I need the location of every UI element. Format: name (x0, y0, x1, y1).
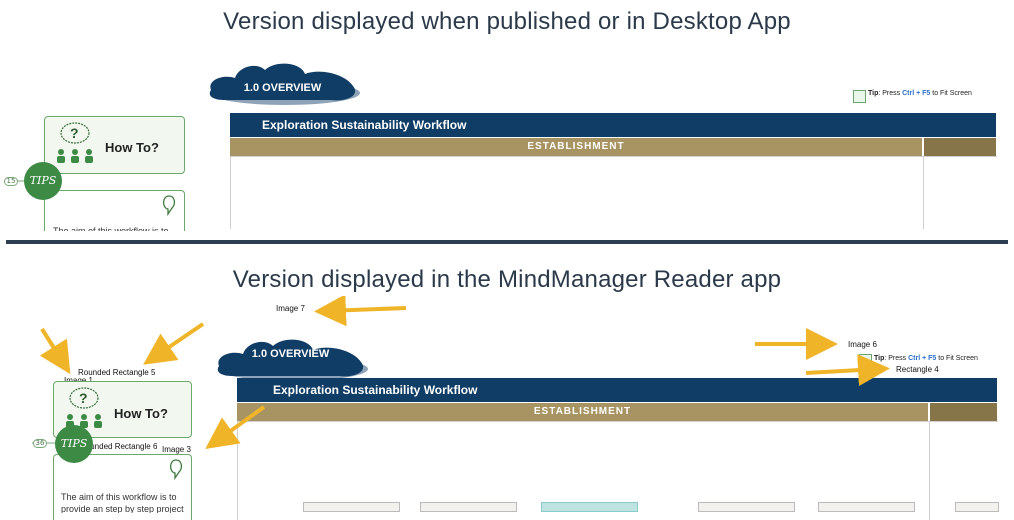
tip-prefix: Tip (868, 90, 879, 97)
howto-box[interactable]: ? How To? (44, 116, 185, 174)
arrow-to-rectangle4 (805, 354, 890, 387)
phase-lane (230, 156, 924, 229)
top-heading: Version displayed when published or in D… (223, 8, 791, 35)
workflow-banner: Exploration Sustainability Workflow (230, 113, 996, 137)
workflow-title: Exploration Sustainability Workflow (262, 118, 467, 132)
speech-bubble-icon (162, 195, 176, 216)
bottom-panel: 1.0 OVERVIEW Tip: Press Ctrl + F5 to Fit… (0, 296, 1014, 520)
overview-cloud[interactable]: 1.0 OVERVIEW (205, 58, 360, 106)
tips-badge[interactable]: TIPS (24, 162, 62, 200)
arrow-to-image3 (205, 405, 266, 449)
tips-count: 15 (4, 177, 18, 186)
section-divider (6, 240, 1008, 244)
note-text: The aim of this workflow is to (53, 226, 169, 231)
phase-establishment[interactable]: ESTABLISHMENT (230, 138, 922, 156)
fit-screen-icon (853, 90, 866, 103)
tip-keys: Ctrl + F5 (902, 90, 931, 97)
phase-label: ESTABLISHMENT (527, 141, 625, 152)
people-question-icon: ? (57, 122, 93, 163)
bottom-heading: Version displayed in the MindManager Rea… (232, 266, 782, 293)
tip-text-2: to Fit Screen (930, 90, 972, 97)
tip-text-1: : Press (878, 90, 903, 97)
arrow-to-rounded-rectangle5 (143, 322, 205, 365)
arrow-to-image1 (39, 327, 71, 375)
tip-text: Tip: Press Ctrl + F5 to Fit Screen (868, 90, 972, 97)
phase-next (924, 138, 996, 156)
note-box: The aim of this workflow is to (44, 190, 185, 231)
top-panel: 1.0 OVERVIEW Tip: Press Ctrl + F5 to Fit… (0, 50, 1014, 231)
cloud-label: 1.0 OVERVIEW (243, 82, 322, 94)
annotation-arrows (39, 296, 890, 449)
arrow-to-image7 (314, 296, 407, 327)
phase-lane-next (923, 156, 997, 229)
svg-text:?: ? (70, 125, 79, 141)
tips-badge-label: TIPS (29, 174, 57, 187)
howto-title: How To? (105, 140, 159, 155)
